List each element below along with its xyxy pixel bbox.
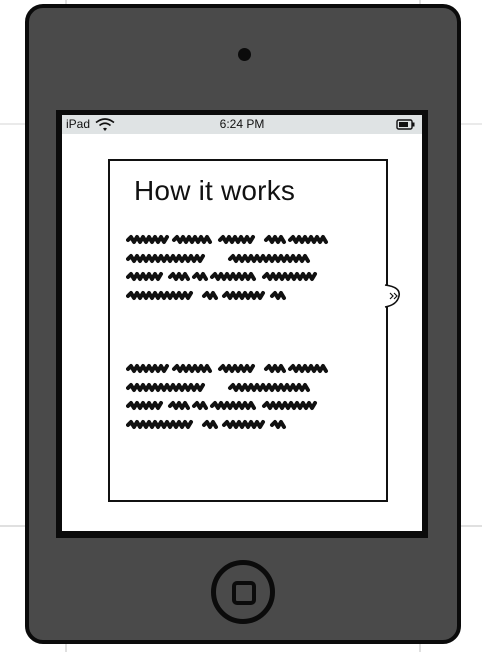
battery-icon bbox=[396, 119, 415, 130]
how-it-works-panel bbox=[108, 159, 388, 502]
camera-icon bbox=[238, 48, 251, 61]
status-time: 6:24 PM bbox=[219, 117, 265, 131]
placeholder-paragraph-1 bbox=[126, 235, 328, 300]
home-square-glyph bbox=[232, 581, 256, 605]
status-bar: iPad 6:24 PM bbox=[62, 115, 422, 134]
placeholder-paragraph-2 bbox=[126, 364, 328, 429]
expand-icon[interactable] bbox=[381, 283, 403, 309]
panel-title: How it works bbox=[134, 175, 296, 206]
